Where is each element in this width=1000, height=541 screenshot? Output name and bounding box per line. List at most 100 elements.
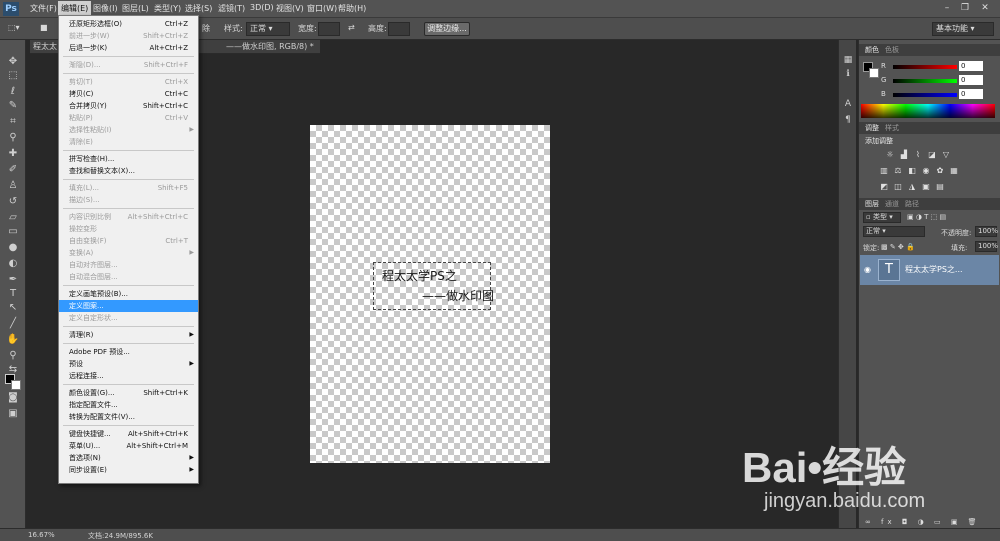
color-spectrum-bar[interactable] <box>861 104 995 118</box>
hue-saturation-icon[interactable]: ▥ <box>879 166 889 175</box>
edit-menu-item[interactable]: 粘贴(P) Ctrl+V <box>59 112 198 124</box>
edit-menu-item[interactable]: 预设 ▶ <box>59 358 198 370</box>
color-balance-icon[interactable]: ⚖ <box>893 166 903 175</box>
tab-styles[interactable]: 样式 <box>885 123 899 133</box>
tab-layers[interactable]: 图层 <box>865 199 879 209</box>
blue-channel-slider[interactable] <box>893 93 957 97</box>
black-white-icon[interactable]: ◧ <box>907 166 917 175</box>
edit-menu-item[interactable]: Adobe PDF 预设... <box>59 346 198 358</box>
edit-menu-item[interactable]: 定义图案... <box>59 300 198 312</box>
exposure-icon[interactable]: ◪ <box>927 150 937 159</box>
edit-menu-item[interactable]: 首选项(N) ▶ <box>59 452 198 464</box>
edit-menu-item[interactable]: 拷贝(C) Ctrl+C <box>59 88 198 100</box>
edit-menu-item[interactable]: 变换(A) ▶ <box>59 247 198 259</box>
edit-menu-item[interactable]: 定义画笔预设(B)... <box>59 288 198 300</box>
menu-select[interactable]: 选择(S) <box>185 3 212 14</box>
crop-tool-icon[interactable]: ⌗ <box>6 116 20 128</box>
menu-3d[interactable]: 3D(D) <box>250 3 274 12</box>
layer-name[interactable]: 程太太学PS之... <box>905 264 963 275</box>
edit-menu-item[interactable]: 合并拷贝(Y) Shift+Ctrl+C <box>59 100 198 112</box>
gradient-map-icon[interactable]: ▤ <box>935 182 945 191</box>
character-panel-icon[interactable]: A <box>841 98 855 110</box>
restore-icon[interactable]: ❐ <box>958 2 972 14</box>
selective-color-icon[interactable]: ▣ <box>921 182 931 191</box>
swap-icon[interactable]: ⇄ <box>348 23 355 32</box>
fill-input[interactable]: 100% <box>975 241 998 252</box>
edit-menu-item[interactable]: 填充(L)... Shift+F5 <box>59 182 198 194</box>
marquee-tool-icon[interactable]: ⬚▾ <box>8 23 20 32</box>
stamp-tool-icon[interactable]: ♙ <box>6 180 20 192</box>
lasso-tool-icon[interactable]: ℓ <box>6 86 20 98</box>
workspace-select[interactable]: 基本功能 ▾ <box>932 22 994 36</box>
hand-tool-icon[interactable]: ✋ <box>6 334 20 346</box>
panel-background-swatch[interactable] <box>869 68 879 78</box>
levels-icon[interactable]: ▟ <box>899 150 909 159</box>
red-channel-value[interactable]: 0 <box>959 61 983 71</box>
edit-menu-item[interactable]: 定义自定形状... <box>59 312 198 324</box>
menu-help[interactable]: 帮助(H) <box>338 3 366 14</box>
menu-layer[interactable]: 图层(L) <box>122 3 149 14</box>
edit-menu-item[interactable]: 操控变形 <box>59 223 198 235</box>
edit-menu-item[interactable]: 清除(E) <box>59 136 198 148</box>
line-tool-icon[interactable]: ╱ <box>6 318 20 330</box>
blend-mode-select[interactable]: 正常 ▾ <box>863 226 925 237</box>
layer-row[interactable]: ◉ T 程太太学PS之... <box>860 255 999 285</box>
blue-channel-value[interactable]: 0 <box>959 89 983 99</box>
tab-paths[interactable]: 路径 <box>905 199 919 209</box>
height-input[interactable] <box>388 22 410 36</box>
menu-image[interactable]: 图像(I) <box>93 3 118 14</box>
history-brush-icon[interactable]: ↺ <box>6 196 20 208</box>
curves-icon[interactable]: ⌇ <box>913 150 923 159</box>
brightness-icon[interactable]: ☼ <box>885 150 895 159</box>
zoom-level[interactable]: 16.67% <box>28 531 55 539</box>
green-channel-value[interactable]: 0 <box>959 75 983 85</box>
green-channel-slider[interactable] <box>893 79 957 83</box>
menu-type[interactable]: 类型(Y) <box>154 3 181 14</box>
invert-icon[interactable]: ◩ <box>879 182 889 191</box>
threshold-icon[interactable]: ◮ <box>907 182 917 191</box>
edit-menu-item[interactable]: 自动对齐图层... <box>59 259 198 271</box>
posterize-icon[interactable]: ◫ <box>893 182 903 191</box>
edit-menu-item[interactable]: 自由变换(F) Ctrl+T <box>59 235 198 247</box>
marquee-tool-icon[interactable]: ⬚ <box>6 70 20 82</box>
brush-tool-icon[interactable]: ✐ <box>6 164 20 176</box>
edit-menu-item[interactable]: 颜色设置(G)... Shift+Ctrl+K <box>59 387 198 399</box>
style-select[interactable]: 正常 ▾ <box>246 22 290 36</box>
path-select-tool-icon[interactable]: ↖ <box>6 302 20 314</box>
edit-menu-item[interactable]: 菜单(U)... Alt+Shift+Ctrl+M <box>59 440 198 452</box>
lock-icons[interactable]: ▩ ✎ ✥ 🔒 <box>881 243 915 251</box>
dodge-tool-icon[interactable]: ◐ <box>6 258 20 270</box>
channel-mixer-icon[interactable]: ✿ <box>935 166 945 175</box>
edit-menu-item[interactable]: 自动混合图层... <box>59 271 198 283</box>
menu-view[interactable]: 视图(V) <box>276 3 304 14</box>
type-tool-icon[interactable]: T <box>6 288 20 300</box>
gradient-tool-icon[interactable]: ▭ <box>6 226 20 238</box>
properties-panel-icon[interactable]: ℹ <box>841 68 855 80</box>
edit-menu-item[interactable]: 同步设置(E) ▶ <box>59 464 198 476</box>
healing-tool-icon[interactable]: ✚ <box>6 148 20 160</box>
edit-menu-item[interactable]: 描边(S)... <box>59 194 198 206</box>
edit-menu-item[interactable]: 内容识别比例 Alt+Shift+Ctrl+C <box>59 211 198 223</box>
edit-menu-item[interactable]: 前进一步(W) Shift+Ctrl+Z <box>59 30 198 42</box>
menu-filter[interactable]: 滤镜(T) <box>218 3 245 14</box>
edit-menu-item[interactable]: 远程连接... <box>59 370 198 382</box>
minimize-icon[interactable]: – <box>940 2 954 14</box>
edit-menu-item[interactable]: 转换为配置文件(V)... <box>59 411 198 423</box>
text-bounding-box[interactable]: 程太太学PS之 ——做水印图 <box>373 262 494 310</box>
zoom-tool-icon[interactable]: ⚲ <box>6 350 20 362</box>
background-color-swatch[interactable] <box>11 380 21 390</box>
photo-filter-icon[interactable]: ◉ <box>921 166 931 175</box>
edit-menu-item[interactable]: 还原矩形选框(O) Ctrl+Z <box>59 18 198 30</box>
eraser-tool-icon[interactable]: ▱ <box>6 212 20 224</box>
edit-menu-item[interactable]: 清理(R) ▶ <box>59 329 198 341</box>
tab-channels[interactable]: 通道 <box>885 199 899 209</box>
layer-filter-icons[interactable]: ▣ ◑ T ⬚ ▤ <box>907 213 946 221</box>
edit-menu-item[interactable]: 查找和替换文本(X)... <box>59 165 198 177</box>
paragraph-panel-icon[interactable]: ¶ <box>841 114 855 126</box>
eyedropper-tool-icon[interactable]: ⚲ <box>6 132 20 144</box>
quick-select-tool-icon[interactable]: ✎ <box>6 100 20 112</box>
edit-menu-item[interactable]: 后退一步(K) Alt+Ctrl+Z <box>59 42 198 54</box>
edit-menu-item[interactable]: 指定配置文件... <box>59 399 198 411</box>
pen-tool-icon[interactable]: ✒ <box>6 274 20 286</box>
menu-window[interactable]: 窗口(W) <box>307 3 337 14</box>
